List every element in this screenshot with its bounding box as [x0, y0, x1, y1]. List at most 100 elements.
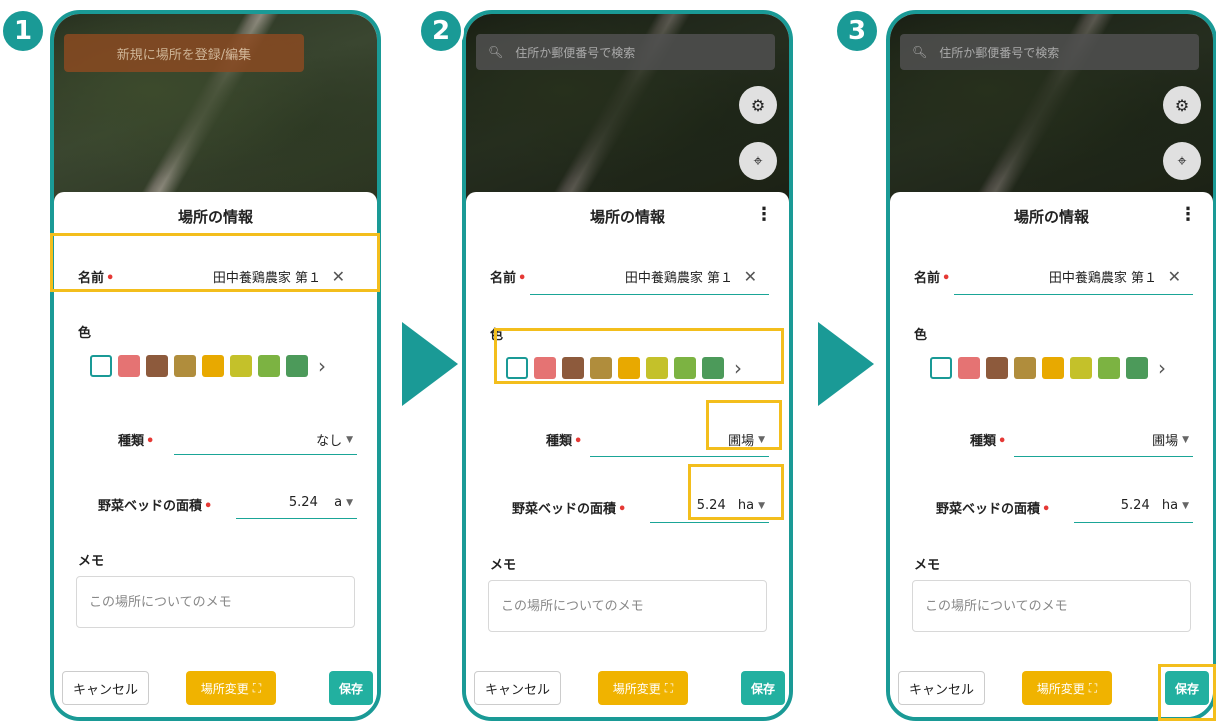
sheet-title: 場所の情報	[177, 208, 253, 226]
close-icon[interactable]: ✕	[1168, 267, 1181, 286]
color-swatch-olive[interactable]	[174, 355, 196, 377]
area-label: 野菜ベッドの面積 •	[936, 502, 1051, 517]
name-underline	[954, 294, 1193, 295]
color-swatch-brown[interactable]	[986, 357, 1008, 379]
color-swatch-darkgreen[interactable]	[286, 355, 308, 377]
cancel-button[interactable]: キャンセル	[898, 671, 986, 705]
color-swatches: ›	[930, 356, 1166, 380]
memo-textarea[interactable]: この場所についてのメモ	[488, 580, 767, 632]
color-swatch-red[interactable]	[958, 357, 980, 379]
memo-label: メモ	[914, 558, 941, 573]
color-swatch-amber[interactable]	[1042, 357, 1064, 379]
caret-down-icon: ▼	[346, 497, 353, 508]
highlight-type-dropdown	[706, 400, 782, 450]
arrow-right-1	[402, 322, 458, 406]
type-label: 種類 •	[118, 434, 155, 449]
memo-label: メモ	[490, 558, 517, 573]
area-label: 野菜ベッドの面積 •	[98, 499, 213, 514]
place-change-icon: ⛶	[252, 680, 262, 695]
change-place-button[interactable]: 場所変更 ⛶	[1022, 671, 1112, 705]
gear-icon[interactable]: ⚙	[739, 86, 777, 124]
area-label: 野菜ベッドの面積 •	[512, 502, 627, 517]
color-swatch-green[interactable]	[258, 355, 280, 377]
name-underline	[530, 294, 769, 295]
step-badge-1: 1	[0, 8, 46, 54]
color-swatches: ›	[90, 354, 326, 378]
highlight-area-value	[688, 464, 784, 520]
color-swatch-olive[interactable]	[1014, 357, 1036, 379]
type-label: 種類 •	[970, 434, 1007, 449]
save-button[interactable]: 保存	[329, 671, 373, 705]
area-underline	[236, 518, 357, 519]
change-place-button[interactable]: 場所変更 ⛶	[186, 671, 276, 705]
color-swatch-none[interactable]	[90, 355, 112, 377]
search-input[interactable]: 🔍︎ 住所か郵便番号で検索	[476, 34, 775, 70]
arrow-right-2	[818, 322, 874, 406]
memo-textarea[interactable]: この場所についてのメモ	[912, 580, 1191, 632]
save-button[interactable]: 保存	[741, 671, 785, 705]
caret-down-icon: ▼	[1182, 434, 1189, 445]
phone-panel-1: 新規に場所を登録/編集 場所の情報 名前 • 田中養鶏農家 第１ ✕ 色 › 種類…	[50, 10, 381, 721]
color-label: 色	[78, 326, 92, 341]
color-swatch-green[interactable]	[1098, 357, 1120, 379]
chevron-right-icon[interactable]: ›	[1158, 356, 1166, 380]
chevron-right-icon[interactable]: ›	[318, 354, 326, 378]
type-underline	[1014, 456, 1193, 457]
satellite-map[interactable]: 新規に場所を登録/編集	[54, 14, 377, 204]
area-value[interactable]: 5.24 a ▼	[289, 495, 353, 510]
name-field[interactable]: 名前 • 田中養鶏農家 第１ ✕	[490, 262, 765, 290]
color-swatch-lime[interactable]	[1070, 357, 1092, 379]
step-badge-2: 2	[418, 8, 464, 54]
name-field[interactable]: 名前 • 田中養鶏農家 第１ ✕	[914, 262, 1189, 290]
type-dropdown[interactable]: 圃場 ▼	[1152, 430, 1189, 449]
color-swatch-amber[interactable]	[202, 355, 224, 377]
phone-panel-3: 🔍︎ 住所か郵便番号で検索 ⚙ ⌖ 場所の情報 ⋮ 名前 • 田中養鶏農家 第１ ✕ …	[886, 10, 1216, 721]
search-icon: 🔍︎	[488, 45, 504, 59]
place-change-icon: ⛶	[664, 680, 674, 695]
area-underline	[650, 522, 769, 523]
locate-icon[interactable]: ⌖	[739, 142, 777, 180]
type-dropdown[interactable]: なし ▼	[316, 430, 353, 449]
more-vert-icon[interactable]: ⋮	[1179, 206, 1197, 224]
sheet-title: 場所の情報 ⋮	[589, 204, 773, 227]
search-icon: 🔍︎	[912, 45, 928, 59]
name-value[interactable]: 田中養鶏農家 第１	[1049, 267, 1157, 286]
color-swatch-darkgreen[interactable]	[1126, 357, 1148, 379]
name-label: 名前 •	[914, 270, 951, 286]
change-place-button[interactable]: 場所変更 ⛶	[598, 671, 688, 705]
gear-icon[interactable]: ⚙	[1163, 86, 1201, 124]
type-underline	[590, 456, 769, 457]
locate-icon[interactable]: ⌖	[1163, 142, 1201, 180]
close-icon[interactable]: ✕	[744, 267, 757, 286]
name-value[interactable]: 田中養鶏農家 第１	[625, 267, 733, 286]
highlight-save-button	[1158, 664, 1216, 721]
highlight-color-swatches	[494, 328, 784, 384]
name-label: 名前 •	[490, 270, 527, 286]
search-input[interactable]: 🔍︎ 住所か郵便番号で検索	[900, 34, 1199, 70]
type-label: 種類 •	[546, 434, 583, 449]
memo-label: メモ	[78, 554, 105, 569]
type-underline	[174, 454, 357, 455]
color-swatch-red[interactable]	[118, 355, 140, 377]
caret-down-icon: ▼	[346, 434, 353, 445]
place-change-icon: ⛶	[1088, 680, 1098, 695]
register-edit-banner[interactable]: 新規に場所を登録/編集	[64, 34, 304, 72]
memo-textarea[interactable]: この場所についてのメモ	[76, 576, 355, 628]
area-value[interactable]: 5.24 ha ▼	[1121, 498, 1189, 513]
color-swatch-none[interactable]	[930, 357, 952, 379]
highlight-name-field	[50, 233, 380, 292]
cancel-button[interactable]: キャンセル	[62, 671, 150, 705]
color-label: 色	[914, 328, 928, 343]
place-info-sheet: 場所の情報 ⋮ 名前 • 田中養鶏農家 第１ ✕ 色 › 種類 • 圃場 ▼ 野菜ベッド…	[890, 192, 1213, 717]
cancel-button[interactable]: キャンセル	[474, 671, 562, 705]
step-badge-3: 3	[834, 8, 880, 54]
color-swatch-brown[interactable]	[146, 355, 168, 377]
area-underline	[1074, 522, 1193, 523]
bottom-bar: キャンセル 場所変更 ⛶ 保存	[54, 657, 377, 717]
bottom-bar: キャンセル 場所変更 ⛶ 保存	[466, 657, 789, 717]
caret-down-icon: ▼	[1182, 500, 1189, 511]
more-vert-icon[interactable]: ⋮	[755, 206, 773, 224]
place-info-sheet: 場所の情報 ⋮ 名前 • 田中養鶏農家 第１ ✕ 色 › 種類 • 圃場 ▼ 野菜ベッド…	[466, 192, 789, 717]
sheet-title: 場所の情報 ⋮	[1013, 204, 1197, 227]
color-swatch-lime[interactable]	[230, 355, 252, 377]
